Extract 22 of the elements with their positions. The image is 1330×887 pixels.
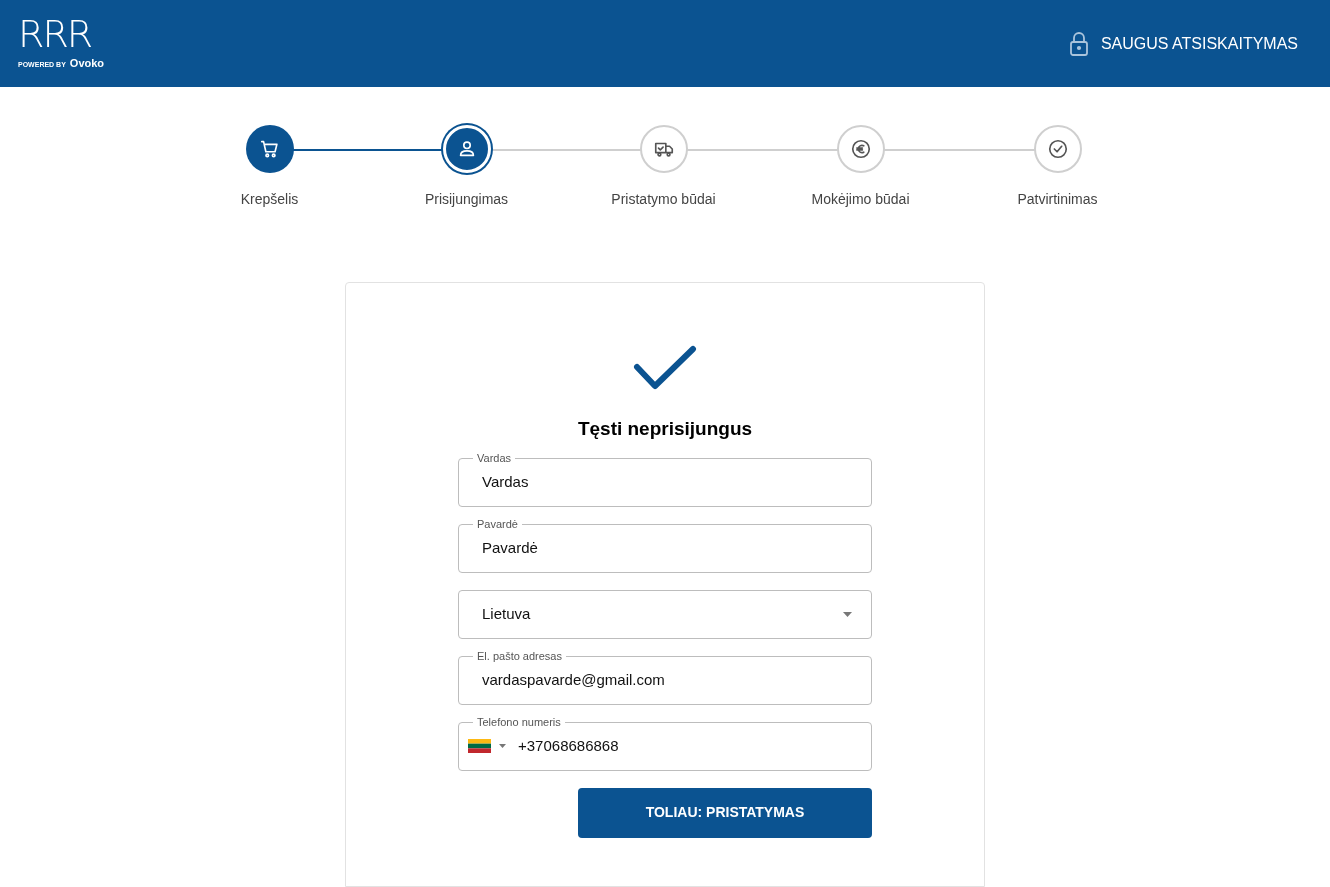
caret-icon	[843, 611, 852, 617]
field-value: Lietuva	[482, 603, 531, 624]
form-title: Tęsti neprisijungus	[577, 417, 753, 441]
euro-icon	[849, 138, 872, 160]
country-select[interactable]: Lietuva	[458, 589, 872, 639]
step-label: Pristatymo būdai	[611, 190, 716, 209]
step-label: Krepšelis	[240, 190, 299, 209]
step-label: Prisijungimas	[424, 190, 509, 209]
field-value: Vardas	[482, 471, 529, 492]
field-value: +37068686868	[518, 735, 619, 756]
step-label: Patvirtinimas	[1017, 190, 1098, 209]
secure-checkout-label: SAUGUS ATSISKAITYMAS	[1100, 33, 1298, 54]
checkmark-icon	[1046, 138, 1069, 160]
next-button[interactable]: TOLIAU: PRISTATYMAS	[578, 787, 872, 838]
field-value: Pavardė	[482, 537, 538, 558]
checkmark-icon	[633, 345, 697, 391]
lock-icon	[1068, 31, 1089, 56]
step-label: Mokėjimo būdai	[811, 190, 910, 209]
field-value: vardaspavarde@gmail.com	[482, 669, 665, 690]
flag-icon	[468, 739, 491, 753]
cart-icon	[258, 138, 281, 160]
caret-icon	[499, 744, 506, 748]
